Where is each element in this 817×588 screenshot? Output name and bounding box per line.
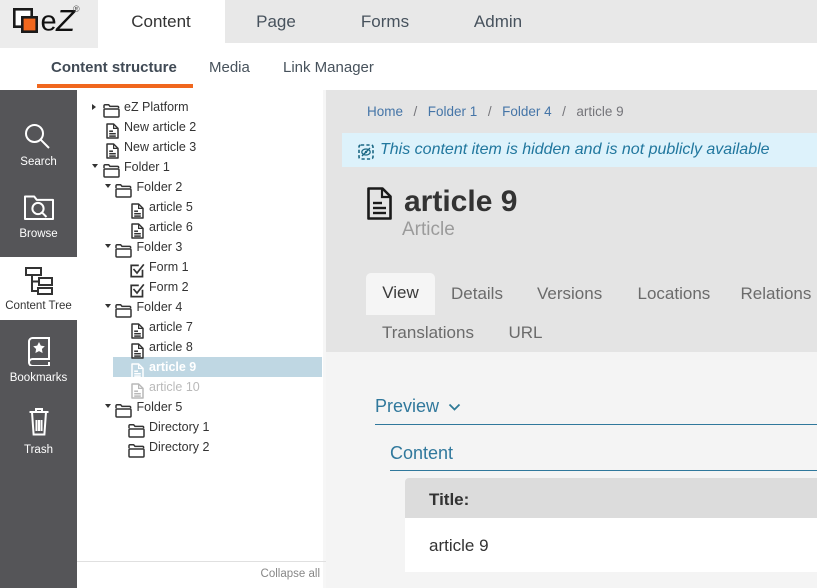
svg-text:®: ® bbox=[73, 4, 80, 14]
svg-text:e: e bbox=[41, 6, 57, 38]
